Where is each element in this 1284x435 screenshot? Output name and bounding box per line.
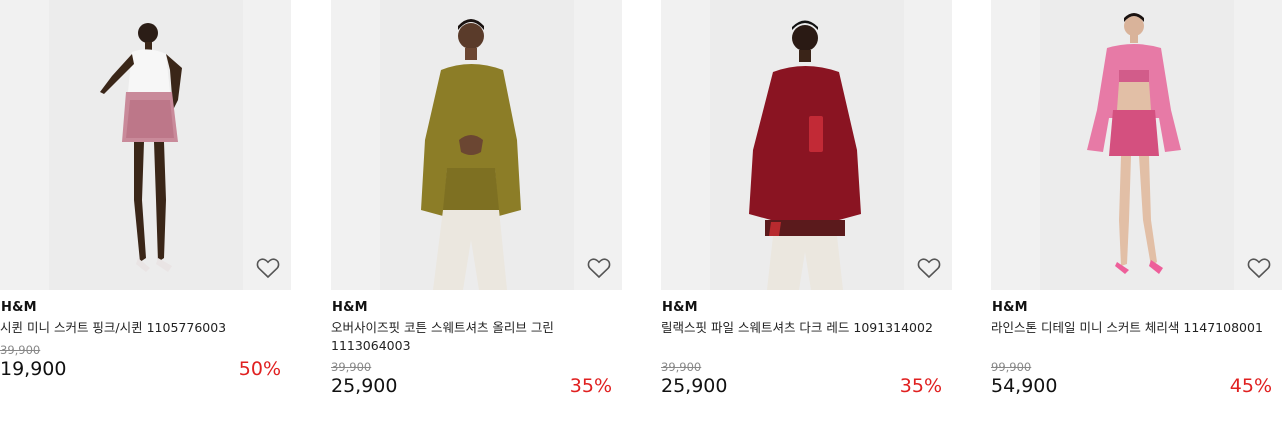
product-title[interactable]: 라인스톤 디테일 미니 스커트 체리색 1147108001 xyxy=(991,319,1271,337)
price-block: 39,900 25,900 35% xyxy=(661,360,952,398)
product-title[interactable]: 오버사이즈핏 코튼 스웨트셔츠 올리브 그린 1113064003 xyxy=(331,319,611,354)
product-grid: H&M 시퀸 미니 스커트 핑크/시퀸 1105776003 39,900 19… xyxy=(0,0,1284,435)
price-block: 39,900 25,900 35% xyxy=(331,360,622,398)
heart-outline-icon[interactable] xyxy=(587,257,611,279)
original-price: 39,900 xyxy=(661,360,702,374)
product-title[interactable]: 시퀸 미니 스커트 핑크/시퀸 1105776003 xyxy=(0,319,280,337)
product-image[interactable] xyxy=(0,0,291,290)
original-price: 99,900 xyxy=(991,360,1032,374)
product-brand: H&M xyxy=(332,300,368,315)
product-brand: H&M xyxy=(1,300,37,315)
product-image[interactable] xyxy=(991,0,1282,290)
discount-badge: 45% xyxy=(1229,375,1272,397)
product-brand: H&M xyxy=(662,300,698,315)
product-image[interactable] xyxy=(661,0,952,290)
product-card[interactable]: H&M 릴랙스핏 파일 스웨트셔츠 다크 레드 1091314002 39,90… xyxy=(661,0,952,435)
heart-outline-icon[interactable] xyxy=(1247,257,1271,279)
original-price: 39,900 xyxy=(331,360,372,374)
discount-badge: 50% xyxy=(238,358,281,380)
product-card[interactable]: H&M 라인스톤 디테일 미니 스커트 체리색 1147108001 99,90… xyxy=(991,0,1282,435)
product-brand: H&M xyxy=(992,300,1028,315)
heart-outline-icon[interactable] xyxy=(256,257,280,279)
price-block: 99,900 54,900 45% xyxy=(991,360,1282,398)
product-image[interactable] xyxy=(331,0,622,290)
price-block: 39,900 19,900 50% xyxy=(0,343,291,381)
product-title[interactable]: 릴랙스핏 파일 스웨트셔츠 다크 레드 1091314002 xyxy=(661,319,941,337)
discount-badge: 35% xyxy=(569,375,612,397)
product-card[interactable]: H&M 시퀸 미니 스커트 핑크/시퀸 1105776003 39,900 19… xyxy=(0,0,291,435)
heart-outline-icon[interactable] xyxy=(917,257,941,279)
original-price: 39,900 xyxy=(0,343,41,357)
product-card[interactable]: H&M 오버사이즈핏 코튼 스웨트셔츠 올리브 그린 1113064003 39… xyxy=(331,0,622,435)
discount-badge: 35% xyxy=(899,375,942,397)
